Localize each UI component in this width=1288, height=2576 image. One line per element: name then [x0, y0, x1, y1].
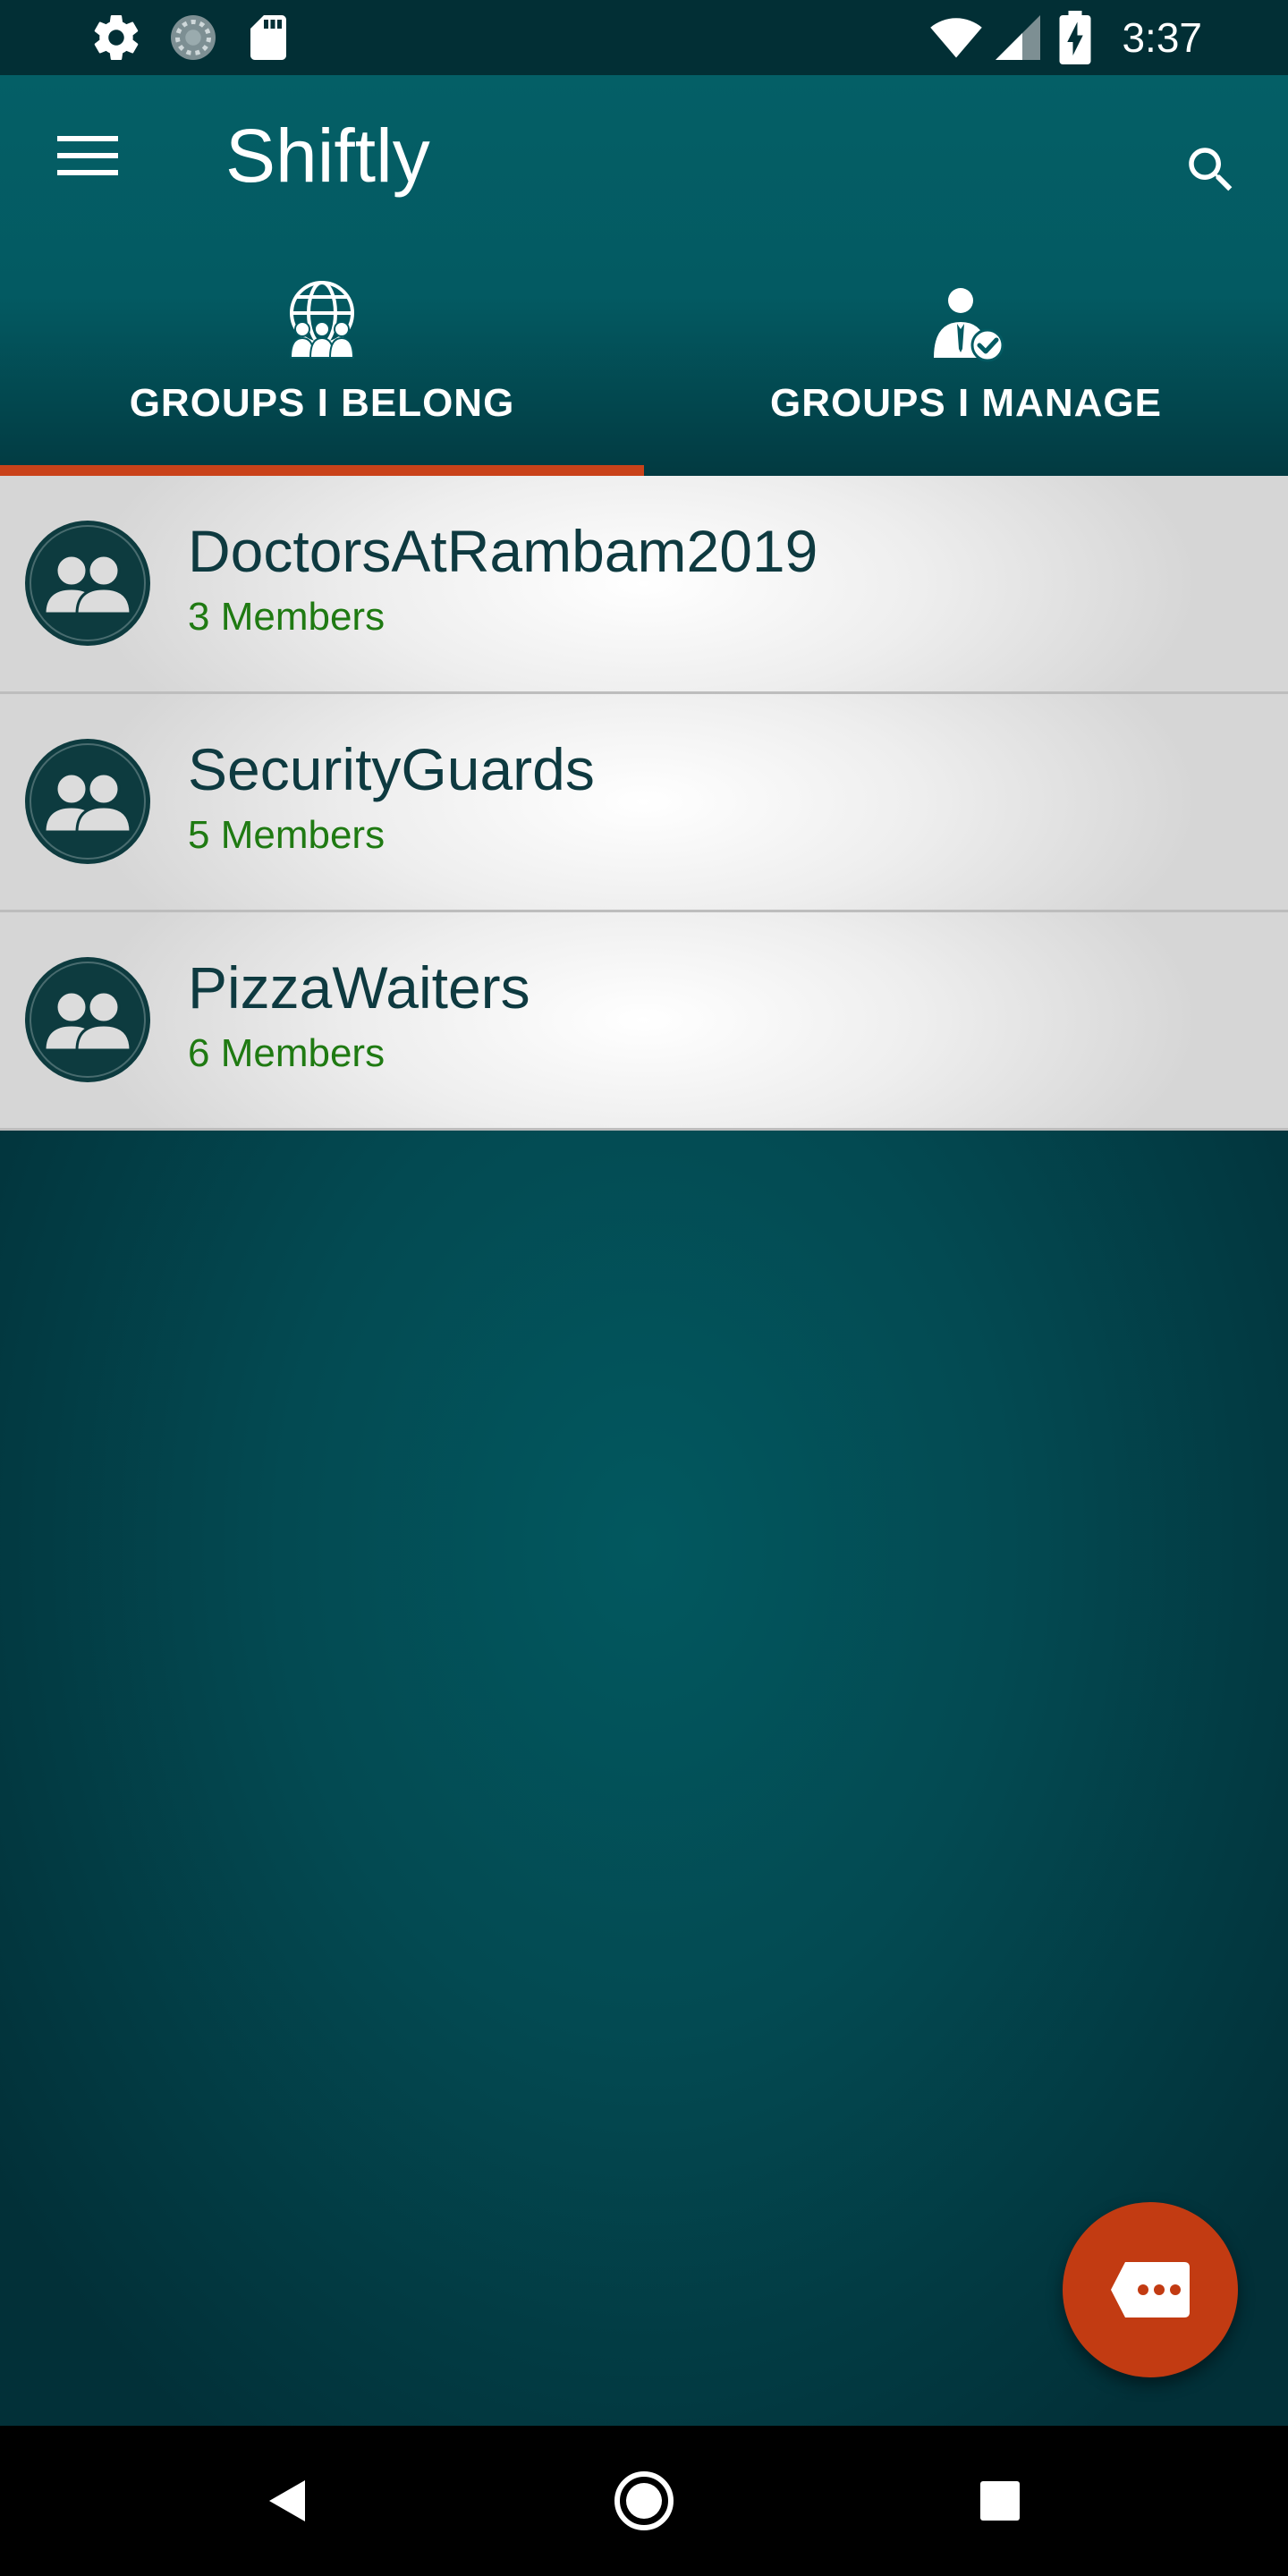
- tab-label: GROUPS I MANAGE: [770, 381, 1162, 425]
- chat-bubble-icon: [1111, 2262, 1190, 2318]
- battery-charging-icon: [1059, 11, 1091, 64]
- app-bar: Shiftly GROUPS I BELONG GROUPS I MANAGE: [0, 75, 1288, 476]
- group-member-count: 6 Members: [188, 1031, 386, 1075]
- group-avatar-icon: [25, 739, 150, 864]
- screen: 3:37 Shiftly GROUPS I BELONG GROUPS I MA…: [0, 0, 1288, 2576]
- signal-icon: [996, 15, 1040, 60]
- menu-button[interactable]: [47, 114, 129, 197]
- group-name: SecurityGuards: [188, 736, 595, 802]
- tab-groups-i-belong[interactable]: GROUPS I BELONG: [0, 268, 644, 476]
- group-avatar-icon: [25, 957, 150, 1082]
- group-name: DoctorsAtRambam2019: [188, 518, 818, 584]
- sd-card-icon: [250, 15, 286, 60]
- group-row-doctors-at-rambam-2019[interactable]: DoctorsAtRambam2019 3 Members: [0, 476, 1288, 694]
- back-button[interactable]: [250, 2465, 322, 2537]
- group-avatar-icon: [25, 521, 150, 646]
- recents-button[interactable]: [964, 2465, 1036, 2537]
- group-row-security-guards[interactable]: SecurityGuards 5 Members: [0, 694, 1288, 912]
- group-member-count: 5 Members: [188, 813, 386, 857]
- selected-tab-indicator: [0, 465, 644, 476]
- home-button[interactable]: [608, 2465, 680, 2537]
- group-name: PizzaWaiters: [188, 954, 530, 1021]
- group-list: DoctorsAtRambam2019 3 Members SecurityGu…: [0, 476, 1288, 1131]
- group-row-pizza-waiters[interactable]: PizzaWaiters 6 Members: [0, 912, 1288, 1131]
- gear-icon: [94, 15, 139, 61]
- chat-fab-button[interactable]: [1063, 2202, 1238, 2377]
- tab-label: GROUPS I BELONG: [129, 381, 515, 425]
- navigation-bar: [0, 2426, 1288, 2576]
- recents-icon: [980, 2481, 1020, 2521]
- home-icon: [614, 2471, 674, 2530]
- group-member-count: 3 Members: [188, 595, 386, 639]
- wifi-icon: [930, 18, 982, 58]
- hamburger-menu-icon: [57, 136, 118, 175]
- app-title: Shiftly: [225, 114, 430, 198]
- tab-groups-i-manage[interactable]: GROUPS I MANAGE: [644, 268, 1288, 476]
- search-icon: [1189, 148, 1233, 191]
- globe-group-icon: [289, 281, 355, 359]
- sync-icon: [171, 15, 216, 60]
- status-time: 3:37: [1122, 14, 1202, 61]
- status-bar: 3:37: [0, 0, 1288, 75]
- back-icon: [269, 2480, 305, 2521]
- manager-check-icon: [934, 288, 1004, 362]
- search-button[interactable]: [1174, 132, 1249, 208]
